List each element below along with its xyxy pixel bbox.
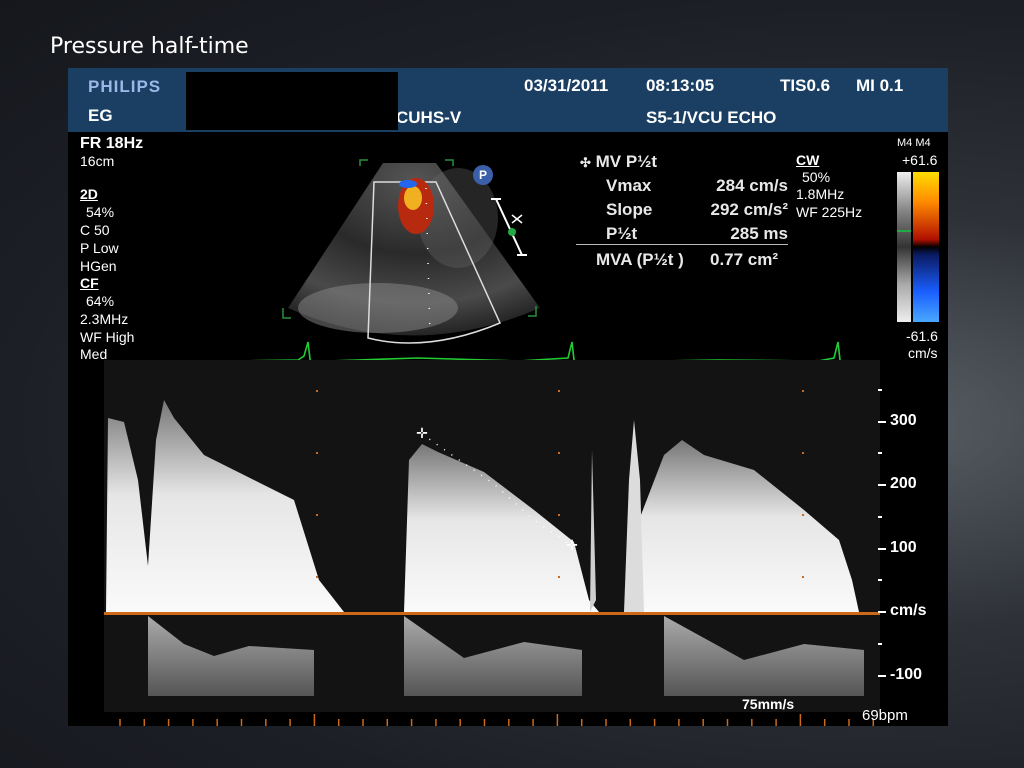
probe-orientation-marker: P bbox=[473, 165, 493, 185]
focus-marker-icon[interactable] bbox=[488, 193, 528, 263]
doppler-baseline bbox=[104, 612, 880, 615]
sweep-speed: 75mm/s bbox=[742, 696, 795, 712]
velocity-tick bbox=[878, 452, 882, 455]
color-scale-top: +61.6 bbox=[902, 152, 938, 168]
measurement-label: Vmax bbox=[606, 176, 652, 195]
caliper-end-icon[interactable]: ✛ bbox=[566, 538, 578, 554]
mode-2d: 2D bbox=[80, 186, 98, 202]
velocity-tick-label: cm/s bbox=[890, 602, 927, 619]
probe-preset: S5-1/VCU ECHO bbox=[646, 108, 777, 127]
freq-mode: HGen bbox=[80, 258, 117, 274]
mva-value: 0.77 cm² bbox=[710, 250, 779, 269]
site-prefix: EG bbox=[88, 106, 113, 125]
velocity-tick bbox=[878, 579, 882, 582]
color-scale-bottom: -61.6 bbox=[906, 328, 938, 344]
cw-mode: CW bbox=[796, 152, 820, 168]
measurement-title-text: MV P½t bbox=[595, 152, 658, 171]
slide-title: Pressure half-time bbox=[50, 34, 249, 59]
frame-rate: FR 18Hz bbox=[80, 135, 144, 152]
exam-date: 03/31/2011 bbox=[524, 76, 609, 95]
measurement-value: 292 cm/s² bbox=[710, 200, 789, 219]
velocity-tick-label: 300 bbox=[890, 411, 917, 429]
cf-frequency: 2.3MHz bbox=[80, 311, 129, 327]
color-flow-blue bbox=[399, 180, 417, 188]
header-bar: PHILIPS EG CUHS-V 03/31/2011 08:13:05 TI… bbox=[68, 68, 948, 132]
redaction-box bbox=[186, 72, 398, 130]
sector-corner-mark bbox=[359, 159, 368, 166]
velocity-tick-label: -100 bbox=[890, 665, 923, 683]
mva-label: MVA (P½t ) bbox=[596, 250, 684, 269]
measurement-title: ✣ MV P½t bbox=[580, 152, 657, 172]
velocity-tick bbox=[878, 515, 882, 518]
measurement-divider bbox=[576, 244, 788, 245]
grayscale-bar bbox=[897, 172, 911, 322]
compress: C 50 bbox=[80, 222, 110, 238]
velocity-tick bbox=[878, 420, 886, 423]
velocity-tick bbox=[878, 642, 882, 645]
heart-rate: 69bpm bbox=[862, 707, 908, 724]
cw-frequency: 1.8MHz bbox=[796, 186, 845, 202]
measurement-label: P½t bbox=[606, 224, 638, 243]
sector-corner-mark bbox=[282, 308, 291, 319]
measurement-value: 284 cm/s bbox=[716, 176, 788, 195]
cw-filter: WF 225Hz bbox=[796, 204, 863, 220]
gain-cf: 64% bbox=[86, 293, 115, 309]
ultrasound-screen: PHILIPS EG CUHS-V 03/31/2011 08:13:05 TI… bbox=[68, 68, 948, 726]
baseline-marker bbox=[897, 230, 911, 232]
mi-value: MI 0.1 bbox=[856, 76, 904, 95]
color-scale-unit: cm/s bbox=[908, 345, 938, 361]
caliper-icon: ✣ bbox=[580, 155, 591, 170]
exam-time: 08:13:05 bbox=[646, 76, 715, 95]
measurement-value: 285 ms bbox=[730, 224, 788, 243]
philips-logo: PHILIPS bbox=[88, 77, 162, 96]
time-ruler bbox=[119, 714, 875, 726]
power: P Low bbox=[80, 240, 119, 256]
cw-gain: 50% bbox=[802, 169, 831, 185]
color-velocity-bar bbox=[913, 172, 939, 322]
gain-2d: 54% bbox=[86, 204, 115, 220]
spectral-doppler: ✛ ✛ bbox=[104, 360, 880, 712]
depth: 16cm bbox=[80, 153, 115, 169]
sector-corner-mark bbox=[445, 159, 454, 166]
velocity-tick bbox=[878, 388, 882, 391]
velocity-tick bbox=[878, 484, 886, 486]
color-flow-yellow bbox=[404, 186, 422, 210]
velocity-tick bbox=[878, 547, 886, 550]
site-suffix: CUHS-V bbox=[396, 108, 462, 127]
sector-wall bbox=[298, 283, 458, 333]
caliper-start-icon[interactable]: ✛ bbox=[416, 426, 428, 442]
tis-value: TIS0.6 bbox=[780, 76, 831, 95]
measurement-label: Slope bbox=[606, 200, 653, 219]
velocity-tick bbox=[878, 611, 886, 613]
velocity-tick-label: 100 bbox=[890, 538, 917, 556]
velocity-tick-label: 200 bbox=[890, 475, 917, 492]
velocity-tick bbox=[878, 674, 886, 677]
mode-cf: CF bbox=[80, 275, 99, 291]
color-scale-label: M4 M4 bbox=[897, 137, 931, 149]
